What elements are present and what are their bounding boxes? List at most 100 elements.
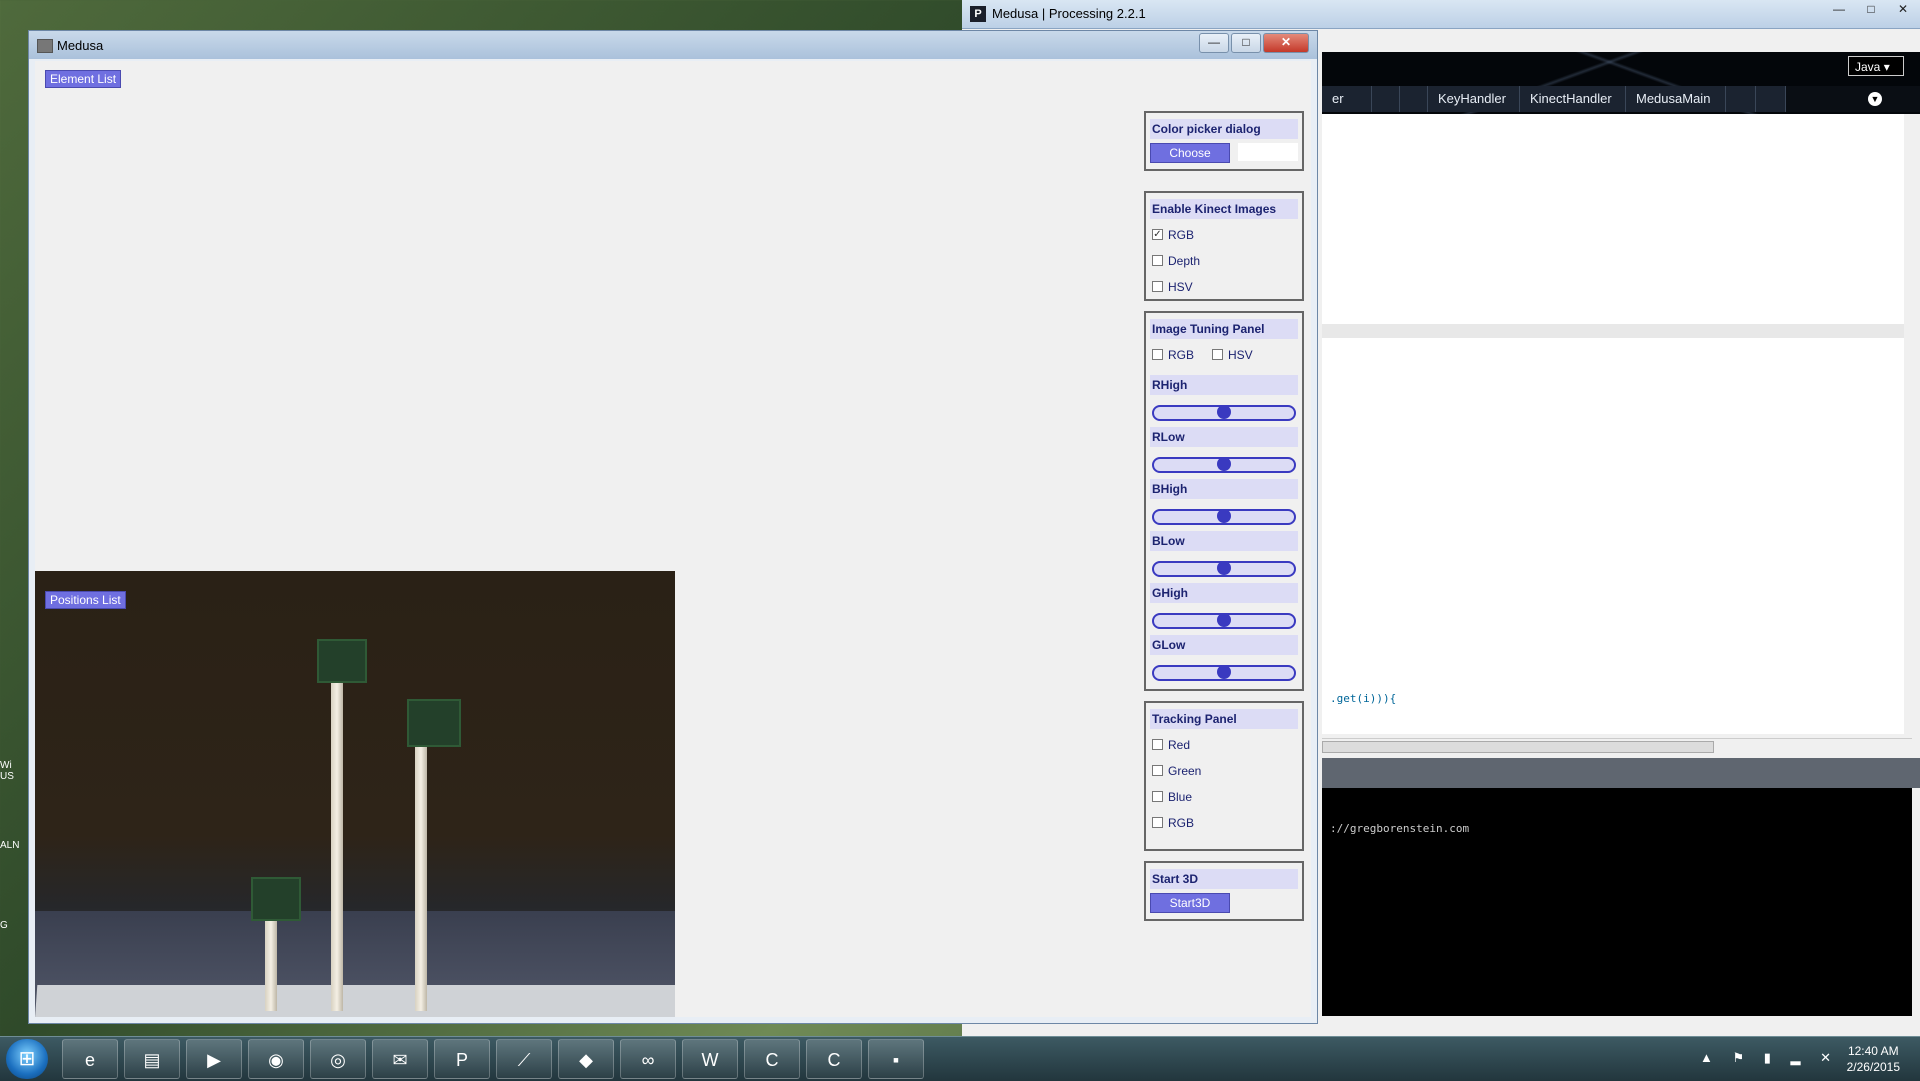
word-icon[interactable]: W [682,1039,738,1079]
kinect-rgb-feed: Positions List [35,571,675,1017]
clock-date: 2/26/2015 [1846,1060,1900,1074]
camtasia-icon[interactable]: C [744,1039,800,1079]
editor-horizontal-scrollbar[interactable] [1322,738,1912,753]
camtasia-recorder-icon[interactable]: C [806,1039,862,1079]
tray-icons[interactable]: ▲ ⚑ ▮ ▂ ✕ [1700,1050,1839,1066]
desktop-icon-3[interactable]: G [0,920,24,960]
option-depth[interactable]: Depth [1150,249,1298,275]
sensor-board-3 [407,699,461,747]
option-hsv[interactable]: HSV [1150,275,1298,301]
ide-title: Medusa | Processing 2.2.1 [992,6,1146,21]
file-explorer-icon[interactable]: ▤ [124,1039,180,1079]
slider-rlow[interactable] [1150,455,1298,473]
color-swatch[interactable] [1238,143,1298,161]
mode-label: Java [1855,60,1881,74]
tab-keyhandler[interactable]: KeyHandler [1428,86,1520,112]
gitbash-icon[interactable]: ⟋ [496,1039,552,1079]
media-player-icon[interactable]: ▶ [186,1039,242,1079]
checkbox-green[interactable] [1152,765,1163,776]
positions-list-toggle[interactable]: Positions List [45,591,126,609]
option-label: Blue [1168,790,1193,804]
console-line: ://gregborenstein.com [1330,822,1470,835]
code-text: .get(i))){ [1330,692,1397,705]
sketch-window-icon[interactable]: ▪ [868,1039,924,1079]
checkbox-tuning-hsv[interactable] [1212,349,1223,360]
tracking-panel: Tracking Panel Red Green Blue RGB [1144,701,1304,851]
current-line-highlight [1322,324,1912,338]
panel-title: Color picker dialog [1150,119,1298,139]
tab-empty-4[interactable] [1756,86,1786,112]
processing-logo-icon: P [970,6,986,22]
processing-icon[interactable]: P [434,1039,490,1079]
start3d-button[interactable]: Start3D [1150,893,1230,913]
ide-minimize-button[interactable]: — [1826,2,1852,18]
slider-knob[interactable] [1217,509,1231,523]
slider-glow[interactable] [1150,663,1298,681]
app-window-icon [37,39,53,53]
checkbox-blue[interactable] [1152,791,1163,802]
outlook-icon[interactable]: ✉ [372,1039,428,1079]
tab-menu-icon[interactable]: ▼ [1868,92,1882,106]
system-tray: ▲ ⚑ ▮ ▂ ✕ 12:40 AM 2/26/2015 [1680,1037,1920,1081]
option-green[interactable]: Green [1150,759,1298,785]
slider-rhigh[interactable] [1150,403,1298,421]
option-blue[interactable]: Blue [1150,785,1298,811]
slider-ghigh[interactable] [1150,611,1298,629]
checkbox-tuning-rgb[interactable] [1152,349,1163,360]
medusa-minimize-button[interactable]: — [1199,33,1229,53]
ide-close-button[interactable]: ✕ [1890,2,1916,18]
firefox-icon[interactable]: ◉ [248,1039,304,1079]
clock[interactable]: 12:40 AM 2/26/2015 [1847,1043,1900,1075]
slider-list: RHigh RLow BHigh BLow GHigh GLow [1146,375,1302,681]
scroll-thumb[interactable] [1322,741,1714,753]
tab-medusamain[interactable]: MedusaMain [1626,86,1726,112]
internet-explorer-icon[interactable]: e [62,1039,118,1079]
desktop-icon-2[interactable]: ALN [0,840,24,880]
slider-knob[interactable] [1217,561,1231,575]
code-line: .get(i))){ [1330,692,1396,705]
slider-knob[interactable] [1217,457,1231,471]
ide-tab-bar: er KeyHandler KinectHandler MedusaMain [1322,86,1920,112]
sensor-pole-2 [331,681,343,1011]
arduino-icon[interactable]: ∞ [620,1039,676,1079]
slider-blow[interactable] [1150,559,1298,577]
tab-kinecthandler[interactable]: KinectHandler [1520,86,1626,112]
sketch-canvas[interactable]: Element List Positions List Color picker… [35,61,1311,1017]
image-tuning-panel: Image Tuning Panel RGB HSV RHigh RLow BHig… [1144,311,1304,691]
option-red[interactable]: Red [1150,733,1298,759]
editor-vertical-scrollbar[interactable] [1904,114,1920,734]
windows-start-icon[interactable]: ⊞ [6,1039,48,1079]
tab-empty-3[interactable] [1726,86,1756,112]
medusa-maximize-button[interactable]: □ [1231,33,1261,53]
checkbox-red[interactable] [1152,739,1163,750]
git-icon[interactable]: ◆ [558,1039,614,1079]
medusa-titlebar[interactable]: Medusa — □ ✕ [29,31,1317,59]
taskbar: ⊞ e ▤ ▶ ◉ ◎ ✉ P ⟋ ◆ ∞ W C C ▪ ▲ ⚑ ▮ ▂ ✕ 12:40 AM 2/26… [0,1036,1920,1081]
slider-knob[interactable] [1217,405,1231,419]
choose-color-button[interactable]: Choose [1150,143,1230,163]
mode-select[interactable]: Java ▾ [1848,56,1904,76]
tab-partial[interactable]: er [1322,86,1372,112]
element-list-toggle[interactable]: Element List [45,70,122,88]
panel-title: Start 3D [1150,869,1298,889]
color-picker-panel: Color picker dialog Choose [1144,111,1304,171]
checkbox-hsv[interactable] [1152,281,1163,292]
desktop-icons: Wi US ALN G [0,760,30,1000]
tab-empty-1[interactable] [1372,86,1400,112]
option-rgb[interactable]: ✓ RGB [1150,223,1298,249]
slider-bhigh[interactable] [1150,507,1298,525]
checkbox-tracking-rgb[interactable] [1152,817,1163,828]
ide-maximize-button[interactable]: □ [1858,2,1884,18]
desktop-icon-1[interactable]: Wi US [0,760,24,800]
option-tracking-rgb[interactable]: RGB [1150,811,1298,837]
chrome-icon[interactable]: ◎ [310,1039,366,1079]
slider-knob[interactable] [1217,613,1231,627]
tab-empty-2[interactable] [1400,86,1428,112]
checkbox-rgb[interactable]: ✓ [1152,229,1163,240]
medusa-close-button[interactable]: ✕ [1263,33,1309,53]
checkbox-depth[interactable] [1152,255,1163,266]
slider-knob[interactable] [1217,665,1231,679]
clock-time: 12:40 AM [1847,1044,1899,1058]
ide-titlebar[interactable]: P Medusa | Processing 2.2.1 — □ ✕ [962,0,1920,29]
code-editor[interactable]: .get(i))){ [1322,114,1912,734]
